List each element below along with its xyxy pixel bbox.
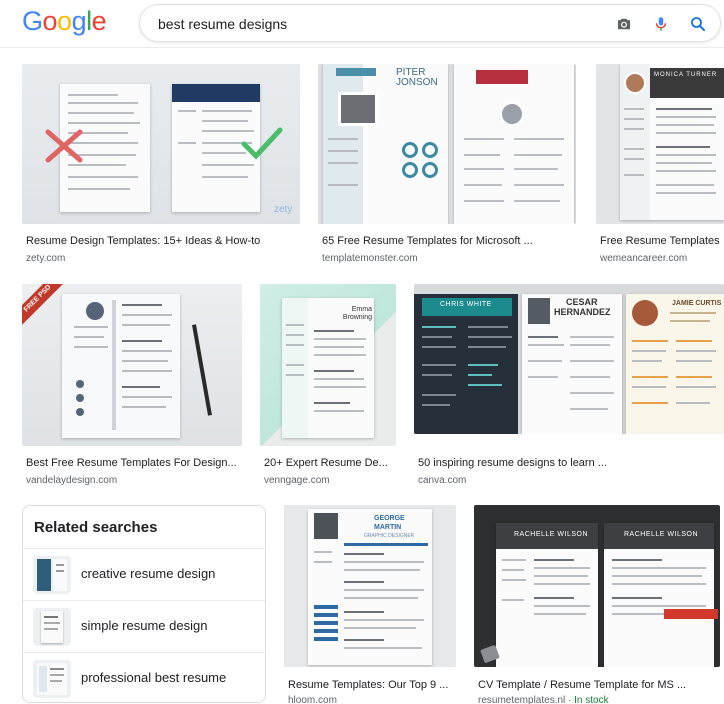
result-caption[interactable]: 20+ Expert Resume De... (264, 457, 396, 469)
result-source[interactable]: hloom.com (288, 695, 337, 704)
logo-letter: o (57, 6, 72, 36)
related-search-label[interactable]: creative resume design (81, 566, 215, 581)
result-thumbnail[interactable]: zety (22, 64, 300, 224)
result-caption[interactable]: Best Free Resume Templates For Design... (26, 457, 244, 469)
watermark: zety (274, 204, 293, 215)
cross-icon (45, 129, 83, 163)
result-thumbnail[interactable]: RACHELLE WILSON RACHELLE WILSON (474, 505, 720, 667)
image-result[interactable]: zety Resume Design Templates: 15+ Ideas … (22, 64, 302, 272)
related-searches-title: Related searches (34, 519, 158, 536)
search-icon[interactable] (689, 15, 707, 33)
resume-name-last: MARTIN (374, 524, 402, 531)
resume-name: MONICA TURNER (654, 72, 718, 78)
result-thumbnail[interactable]: MONICA TURNER (596, 64, 724, 224)
related-search-item[interactable]: professional best resume (23, 652, 265, 702)
result-thumbnail[interactable]: CHRIS WHITE CESAR HERNANDEZ JAMIE CURTIS (414, 284, 724, 434)
result-caption[interactable]: Free Resume Templates (600, 235, 724, 247)
logo-letter: e (91, 6, 107, 36)
result-thumbnail[interactable]: FREE PSD (22, 284, 242, 446)
result-caption[interactable]: Resume Templates: Our Top 9 ... (288, 679, 458, 691)
image-result[interactable]: CHRIS WHITE CESAR HERNANDEZ JAMIE CURTIS… (414, 284, 724, 494)
free-psd-ribbon: FREE PSD (22, 284, 65, 326)
image-result[interactable]: PITER JONSON 65 Free Resume Templates fo… (318, 64, 580, 272)
camera-icon[interactable] (615, 15, 633, 33)
related-search-item[interactable]: creative resume design (23, 548, 265, 600)
image-result[interactable]: Emma Browning 20+ Expert Resume De... ve… (260, 284, 400, 494)
result-caption[interactable]: CV Template / Resume Template for MS ... (478, 679, 722, 691)
result-source[interactable]: venngage.com (264, 475, 330, 486)
resume-name: CHRIS WHITE (440, 301, 492, 308)
resume-name-first: CESAR (566, 297, 598, 307)
related-search-item[interactable]: simple resume design (23, 600, 265, 652)
result-source[interactable]: resumetemplates.nl · In stock (478, 695, 609, 704)
related-search-label[interactable]: simple resume design (81, 618, 207, 633)
image-result[interactable]: FREE PSD Best Free Resume Templates For … (22, 284, 244, 494)
related-thumbnail (33, 556, 71, 594)
related-thumbnail (33, 660, 71, 698)
result-source[interactable]: templatemonster.com (322, 253, 418, 264)
logo-letter: g (71, 6, 87, 36)
search-input[interactable] (158, 13, 588, 35)
header: Google (0, 0, 724, 48)
logo-letter: o (42, 6, 58, 36)
image-result[interactable]: MONICA TURNER Free Resume Templates weme… (596, 64, 724, 272)
result-caption[interactable]: 50 inspiring resume designs to learn ... (418, 457, 724, 469)
image-result[interactable]: GEORGE MARTIN GRAPHIC DESIGNER Resume Te… (284, 505, 460, 704)
microphone-icon[interactable] (652, 15, 670, 33)
resume-name-last: HERNANDEZ (554, 307, 611, 317)
result-thumbnail[interactable]: GEORGE MARTIN GRAPHIC DESIGNER (284, 505, 456, 667)
search-box[interactable] (139, 4, 721, 42)
logo-letter: G (22, 6, 43, 36)
related-search-label[interactable]: professional best resume (81, 670, 226, 685)
resume-subtitle: GRAPHIC DESIGNER (364, 533, 415, 539)
checkmark-icon (241, 127, 283, 160)
in-stock-label: In stock (574, 695, 609, 704)
result-caption[interactable]: Resume Design Templates: 15+ Ideas & How… (26, 235, 296, 247)
result-source[interactable]: wemeancareer.com (600, 253, 687, 264)
resume-name-first: GEORGE (374, 515, 405, 522)
result-thumbnail[interactable]: PITER JONSON (318, 64, 576, 224)
related-thumbnail (33, 608, 71, 646)
resume-name: JAMIE CURTIS (672, 300, 722, 307)
result-source[interactable]: vandelaydesign.com (26, 475, 117, 486)
image-search-page: Google best resume designs zety Resume D… (0, 0, 724, 704)
google-logo[interactable]: Google (22, 6, 107, 37)
result-thumbnail[interactable]: Emma Browning (260, 284, 396, 446)
related-searches: Related searches creative resume design … (22, 505, 266, 703)
result-source[interactable]: zety.com (26, 253, 65, 264)
resume-name: RACHELLE WILSON (624, 531, 699, 538)
result-source[interactable]: canva.com (418, 475, 466, 486)
resume-name: Emma Browning (342, 306, 372, 321)
resume-name-last: JONSON (396, 77, 438, 88)
image-result[interactable]: RACHELLE WILSON RACHELLE WILSON CV Templ… (474, 505, 724, 704)
resume-name: RACHELLE WILSON (514, 531, 589, 538)
result-caption[interactable]: 65 Free Resume Templates for Microsoft .… (322, 235, 584, 247)
